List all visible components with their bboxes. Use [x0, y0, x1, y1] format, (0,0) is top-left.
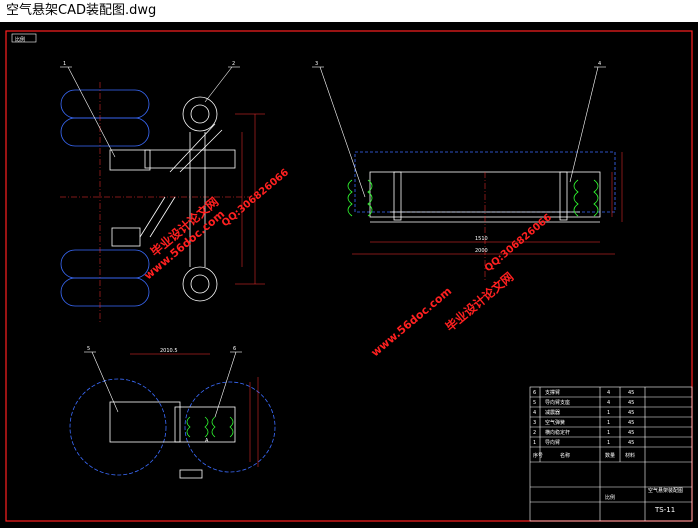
balloon-5: 5	[87, 346, 90, 352]
row-5-no: 2	[533, 430, 536, 436]
left-upper-view	[60, 82, 265, 322]
window-title-bar: 空气悬架CAD装配图.dwg	[0, 0, 698, 22]
dim-bottom-1: 2010.5	[160, 348, 178, 354]
balloon-4: 4	[598, 61, 601, 67]
header-no: 序号	[533, 452, 543, 459]
row-6-qty: 1	[607, 440, 610, 446]
watermark-qq-1: QQ:306826066	[220, 167, 291, 229]
row-3-name: 减震器	[545, 409, 560, 416]
header-mat: 材料	[625, 452, 635, 459]
balloon-1: 1	[63, 61, 66, 67]
row-6-name: 导向臂	[545, 439, 560, 446]
row-1-mat: 45	[628, 390, 634, 396]
header-name: 名称	[560, 452, 570, 459]
row-4-mat: 45	[628, 420, 634, 426]
dim-top-2: 2000	[475, 248, 488, 254]
header-qty: 数量	[605, 452, 615, 459]
row-4-no: 3	[533, 420, 536, 426]
row-1-no: 6	[533, 390, 536, 396]
row-3-mat: 45	[628, 410, 634, 416]
row-1-name: 支撑臂	[545, 389, 560, 396]
cad-drawing: 比例 1 2 1510 2000 3 4 2010.5 A 5 6 6 支撑臂 …	[5, 30, 693, 522]
drawing-title: 空气悬架装配图	[648, 487, 683, 494]
dim-top-1: 1510	[475, 236, 488, 242]
window-title: 空气悬架CAD装配图.dwg	[6, 3, 157, 18]
row-2-mat: 45	[628, 400, 634, 406]
drawing-number: TS-11	[654, 506, 675, 514]
watermark-qq-2: QQ:306826066	[483, 212, 554, 274]
balloon-3: 3	[315, 61, 318, 67]
balloon-6: 6	[233, 346, 236, 352]
row-4-name: 空气弹簧	[545, 419, 565, 426]
row-6-no: 1	[533, 440, 536, 446]
row-6-mat: 45	[628, 440, 634, 446]
row-3-qty: 1	[607, 410, 610, 416]
balloon-2: 2	[232, 61, 235, 67]
row-5-qty: 1	[607, 430, 610, 436]
row-1-qty: 4	[607, 390, 610, 396]
row-2-no: 5	[533, 400, 536, 406]
right-upper-view	[347, 151, 623, 282]
sheet-label: 比例	[15, 36, 25, 43]
row-2-qty: 4	[607, 400, 610, 406]
row-3-no: 4	[533, 410, 536, 416]
cad-viewport[interactable]: 比例 1 2 1510 2000 3 4 2010.5 A 5 6 6 支撑臂 …	[0, 22, 698, 524]
section-label: A	[205, 438, 209, 444]
row-5-name: 横向稳定杆	[545, 429, 570, 436]
watermark-site-2: www.56doc.com	[369, 284, 455, 359]
row-5-mat: 45	[628, 430, 634, 436]
watermark-name-2: 毕业设计论文网	[442, 269, 516, 334]
scale-label: 比例	[605, 494, 615, 501]
row-2-name: 导向臂支座	[545, 399, 570, 406]
watermarks: www.56doc.com 毕业设计论文网 QQ:306826066 www.5…	[142, 167, 554, 359]
row-4-qty: 1	[607, 420, 610, 426]
title-block-rows: 6 支撑臂 4 45 5 导向臂支座 4 45 4 减震器 1 45 3 空气弹…	[533, 389, 683, 514]
